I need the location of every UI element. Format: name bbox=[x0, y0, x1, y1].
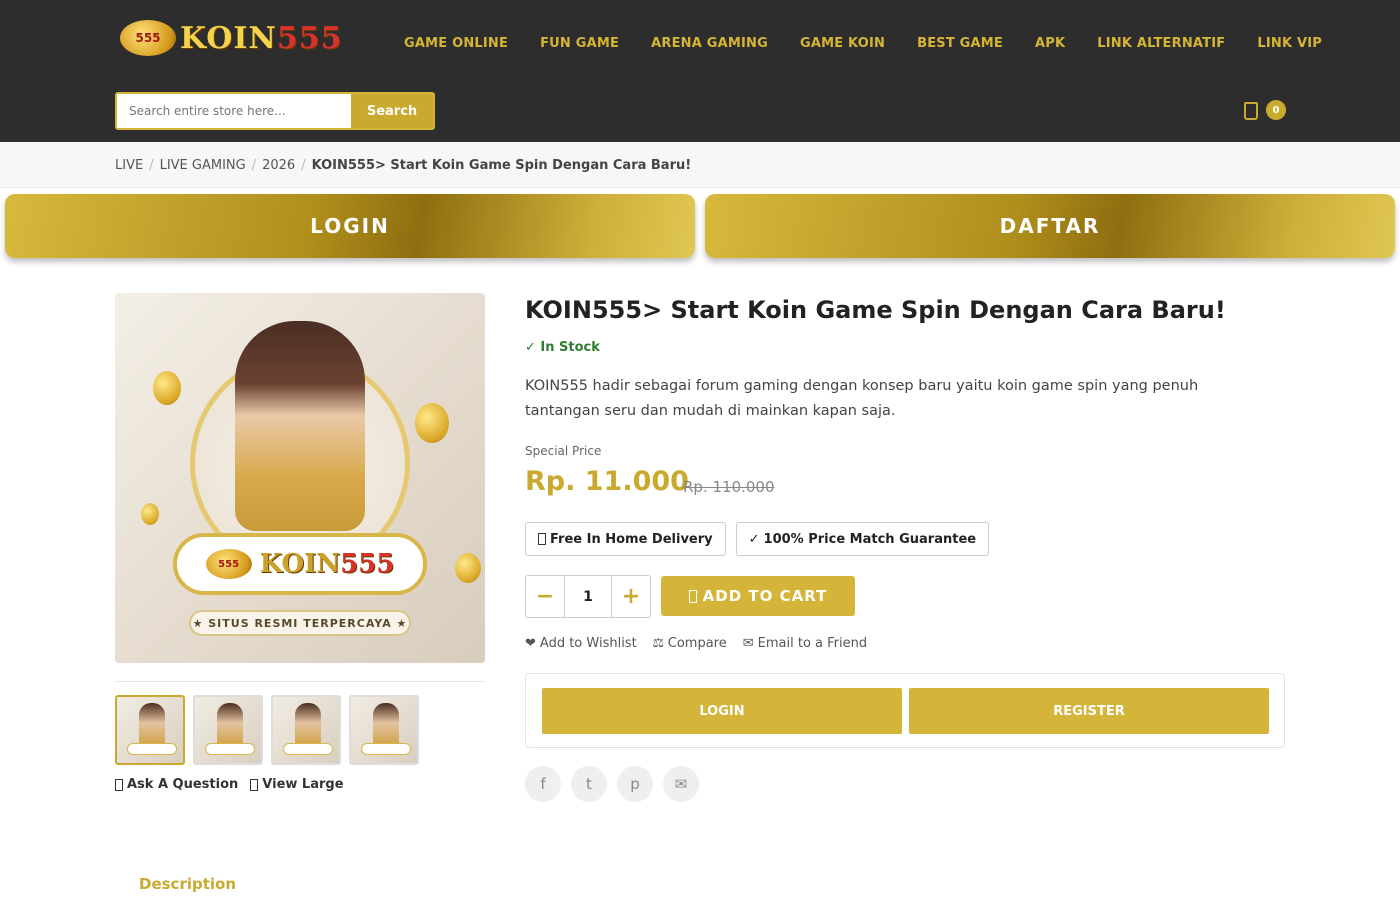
auth-box: LOGIN REGISTER bbox=[525, 673, 1285, 748]
view-large-link[interactable]: View Large bbox=[250, 777, 344, 792]
thumbnail-strip bbox=[115, 695, 419, 765]
search-input[interactable] bbox=[117, 94, 351, 128]
qty-increase-button[interactable]: + bbox=[612, 576, 650, 617]
thumbnail-4[interactable] bbox=[349, 695, 419, 765]
breadcrumb-separator: / bbox=[251, 158, 257, 173]
main-nav: GAME ONLINE FUN GAME ARENA GAMING GAME K… bbox=[404, 36, 1322, 51]
thumb-banner bbox=[127, 743, 177, 755]
image-links: Ask A Question View Large bbox=[115, 777, 344, 792]
tab-description[interactable]: Description bbox=[139, 875, 236, 893]
thumb-banner bbox=[361, 743, 411, 755]
thumb-model bbox=[373, 703, 399, 747]
image-tagline: ★ SITUS RESMI TERPERCAYA ★ bbox=[189, 610, 411, 636]
product-actions: ❤ Add to Wishlist ⚖ Compare ✉ Email to a Fr… bbox=[525, 636, 867, 651]
facebook-icon[interactable]: f bbox=[525, 766, 561, 802]
heart-icon: ❤ bbox=[525, 636, 536, 651]
login-button[interactable]: LOGIN bbox=[542, 688, 902, 734]
thumb-model bbox=[295, 703, 321, 747]
image-model bbox=[235, 321, 365, 531]
banner-coin-icon: 555 bbox=[205, 549, 252, 579]
thumb-banner bbox=[205, 743, 255, 755]
envelope-icon: ✉ bbox=[742, 636, 754, 651]
product-title: KOIN555> Start Koin Game Spin Dengan Car… bbox=[525, 296, 1226, 324]
breadcrumb: LIVE / LIVE GAMING / 2026 / KOIN555> Sta… bbox=[115, 158, 691, 173]
quantity-stepper: − 1 + bbox=[525, 575, 651, 618]
cart-icon bbox=[1244, 102, 1258, 120]
nav-game-online[interactable]: GAME ONLINE bbox=[404, 36, 508, 51]
question-icon bbox=[115, 778, 123, 791]
daftar-banner-button[interactable]: DAFTAR bbox=[705, 194, 1395, 258]
breadcrumb-bar: LIVE / LIVE GAMING / 2026 / KOIN555> Sta… bbox=[0, 142, 1400, 188]
login-banner-button[interactable]: LOGIN bbox=[5, 194, 695, 258]
image-brand-banner: 555 KOIN555 bbox=[173, 533, 427, 595]
nav-apk[interactable]: APK bbox=[1035, 36, 1065, 51]
qty-input[interactable]: 1 bbox=[564, 576, 612, 617]
logo-text: KOIN555 bbox=[180, 20, 343, 56]
thumbnail-1[interactable] bbox=[115, 695, 185, 765]
site-header: 555 KOIN555 GAME ONLINE FUN GAME ARENA G… bbox=[0, 0, 1400, 142]
coin-icon bbox=[141, 503, 159, 525]
stock-status: ✓ In Stock bbox=[525, 340, 600, 355]
thumb-model bbox=[217, 703, 243, 747]
breadcrumb-separator: / bbox=[301, 158, 306, 173]
email-share-icon[interactable]: ✉ bbox=[663, 766, 699, 802]
compare-link[interactable]: ⚖ Compare bbox=[653, 636, 727, 651]
gallery-divider bbox=[115, 681, 485, 682]
site-logo[interactable]: 555 KOIN555 bbox=[120, 18, 350, 58]
nav-link-alternatif[interactable]: LINK ALTERNATIF bbox=[1097, 36, 1225, 51]
add-to-cart-button[interactable]: ADD TO CART bbox=[661, 576, 855, 616]
price-label: Special Price bbox=[525, 444, 602, 458]
delivery-badge: Free In Home Delivery bbox=[525, 522, 726, 556]
email-friend-link[interactable]: ✉ Email to a Friend bbox=[743, 636, 867, 651]
breadcrumb-separator: / bbox=[149, 158, 154, 173]
breadcrumb-item[interactable]: 2026 bbox=[262, 158, 295, 173]
search-bar: Search bbox=[115, 92, 435, 130]
social-share: f t p ✉ bbox=[525, 766, 699, 802]
thumb-model bbox=[139, 703, 165, 747]
cart-count-badge: 0 bbox=[1266, 100, 1286, 120]
scale-icon: ⚖ bbox=[652, 636, 664, 651]
logo-coin-icon: 555 bbox=[120, 20, 176, 56]
coin-icon bbox=[455, 553, 481, 583]
old-price: Rp. 110.000 bbox=[683, 478, 775, 496]
check-icon: ✓ bbox=[748, 531, 760, 547]
breadcrumb-current: KOIN555> Start Koin Game Spin Dengan Car… bbox=[311, 158, 692, 173]
nav-game-koin[interactable]: GAME KOIN bbox=[800, 36, 885, 51]
nav-link-vip[interactable]: LINK VIP bbox=[1257, 36, 1322, 51]
cart-icon bbox=[688, 589, 697, 603]
search-button[interactable]: Search bbox=[351, 94, 433, 128]
twitter-icon[interactable]: t bbox=[571, 766, 607, 802]
special-price: Rp. 11.000 bbox=[525, 466, 689, 497]
nav-arena-gaming[interactable]: ARENA GAMING bbox=[651, 36, 768, 51]
banner-brand-text: KOIN555 bbox=[259, 549, 395, 579]
pinterest-icon[interactable]: p bbox=[617, 766, 653, 802]
truck-icon bbox=[538, 533, 546, 545]
zoom-icon bbox=[250, 778, 259, 791]
product-main-image[interactable]: 555 KOIN555 ★ SITUS RESMI TERPERCAYA ★ bbox=[115, 293, 485, 663]
thumbnail-2[interactable] bbox=[193, 695, 263, 765]
coin-icon bbox=[415, 403, 449, 443]
thumbnail-3[interactable] bbox=[271, 695, 341, 765]
ask-question-link[interactable]: Ask A Question bbox=[115, 777, 238, 792]
mini-cart[interactable]: 0 bbox=[1244, 100, 1288, 126]
nav-best-game[interactable]: BEST GAME bbox=[917, 36, 1003, 51]
breadcrumb-item[interactable]: LIVE bbox=[115, 158, 143, 173]
qty-decrease-button[interactable]: − bbox=[526, 576, 564, 617]
wishlist-link[interactable]: ❤ Add to Wishlist bbox=[525, 636, 637, 651]
thumb-banner bbox=[283, 743, 333, 755]
product-description: KOIN555 hadir sebagai forum gaming denga… bbox=[525, 378, 1199, 419]
register-button[interactable]: REGISTER bbox=[909, 688, 1269, 734]
feature-badges: Free In Home Delivery ✓ 100% Price Match … bbox=[525, 522, 990, 556]
guarantee-badge: ✓ 100% Price Match Guarantee bbox=[735, 522, 990, 556]
breadcrumb-item[interactable]: LIVE GAMING bbox=[160, 158, 246, 173]
nav-fun-game[interactable]: FUN GAME bbox=[540, 36, 619, 51]
coin-icon bbox=[153, 371, 181, 405]
